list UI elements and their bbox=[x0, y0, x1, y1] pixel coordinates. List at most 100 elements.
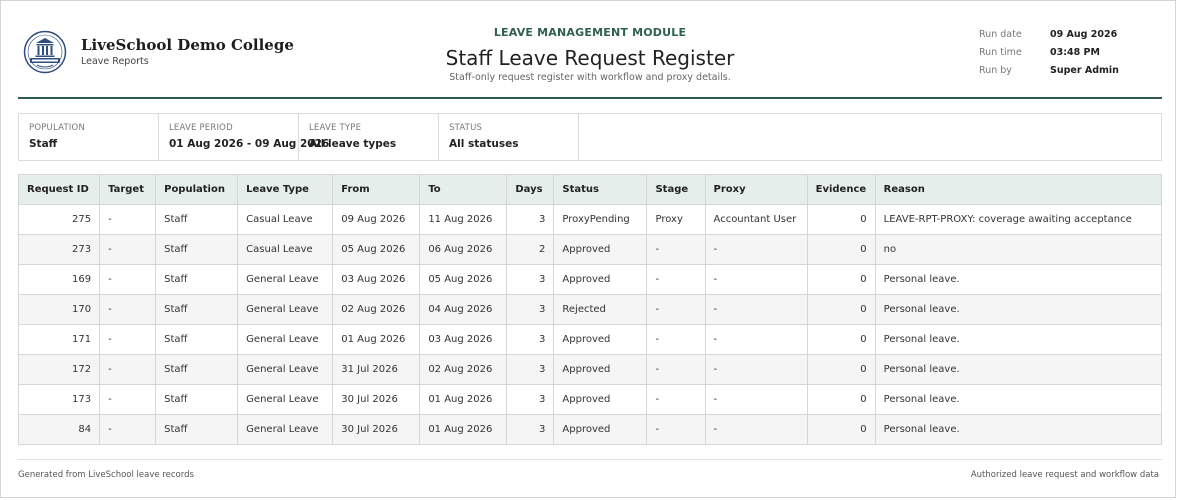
filter-label: Status bbox=[449, 123, 483, 133]
table-cell: Staff bbox=[155, 204, 239, 235]
run-by-value: Super Admin bbox=[1050, 65, 1119, 76]
run-by-row: Run by Super Admin bbox=[979, 64, 1119, 82]
table-cell: Personal leave. bbox=[874, 414, 1163, 445]
table-cell: 0 bbox=[806, 234, 876, 265]
column-header: Evidence bbox=[806, 174, 876, 205]
table-cell: - bbox=[99, 324, 157, 355]
table-cell: - bbox=[646, 294, 706, 325]
table-cell: - bbox=[99, 354, 157, 385]
table-cell: 02 Aug 2026 bbox=[419, 354, 508, 385]
table-cell: 02 Aug 2026 bbox=[332, 294, 421, 325]
column-header: To bbox=[419, 174, 508, 205]
table-cell: - bbox=[99, 384, 157, 415]
table-cell: 05 Aug 2026 bbox=[332, 234, 421, 265]
table-cell: no bbox=[874, 234, 1163, 265]
column-header: Reason bbox=[874, 174, 1163, 205]
table-cell: Staff bbox=[155, 324, 239, 355]
column-header: Request ID bbox=[17, 174, 101, 205]
filter-status: Status All statuses bbox=[439, 114, 579, 160]
leave-register-table: Request ID Target Population Leave Type From… bbox=[17, 174, 1163, 445]
filter-leave-period: Leave Period 01 Aug 2026 - 09 Aug 2026 bbox=[159, 114, 330, 160]
table-cell: Approved bbox=[553, 324, 648, 355]
table-cell: - bbox=[99, 414, 157, 445]
table-cell: 273 bbox=[17, 234, 101, 265]
table-row: 170- Staff General Leave 02 Aug 2026 04 Aug … bbox=[17, 294, 1163, 325]
table-cell: LEAVE-RPT-PROXY: coverage awaiting accep… bbox=[874, 204, 1163, 235]
table-cell: Approved bbox=[553, 354, 648, 385]
table-cell: 30 Jul 2026 bbox=[332, 384, 421, 415]
table-row: 273- Staff Casual Leave 05 Aug 2026 06 Aug 2… bbox=[17, 234, 1163, 265]
table-cell: 01 Aug 2026 bbox=[332, 324, 421, 355]
run-date-value: 09 Aug 2026 bbox=[1050, 29, 1118, 40]
table-cell: Casual Leave bbox=[237, 204, 334, 235]
table-cell: - bbox=[646, 264, 706, 295]
filter-value: All leave types bbox=[309, 138, 397, 150]
page-title: Staff Leave Request Register bbox=[445, 46, 735, 70]
run-info: Run date 09 Aug 2026 Run time 03:48 PM R… bbox=[979, 28, 1119, 82]
report-page: LiveSchool Demo College Leave Reports LE… bbox=[0, 0, 1176, 498]
page-subtitle: Staff-only request register with workflo… bbox=[449, 72, 731, 83]
table-cell: Staff bbox=[155, 294, 239, 325]
table-cell: Rejected bbox=[553, 294, 648, 325]
table-cell: Approved bbox=[553, 384, 648, 415]
filter-value: Staff bbox=[29, 138, 58, 150]
table-cell: 3 bbox=[506, 414, 555, 445]
table-cell: - bbox=[646, 354, 706, 385]
table-cell: Personal leave. bbox=[874, 264, 1163, 295]
table-cell: General Leave bbox=[237, 384, 334, 415]
filter-label: Population bbox=[29, 123, 85, 133]
table-cell: 170 bbox=[17, 294, 101, 325]
table-cell: Approved bbox=[553, 234, 648, 265]
table-cell: - bbox=[704, 414, 808, 445]
table-cell: 172 bbox=[17, 354, 101, 385]
table-cell: 03 Aug 2026 bbox=[332, 264, 421, 295]
filter-value: 01 Aug 2026 - 09 Aug 2026 bbox=[169, 138, 330, 150]
table-cell: 2 bbox=[506, 234, 555, 265]
report-category: Leave Reports bbox=[81, 56, 149, 67]
column-header: Status bbox=[553, 174, 648, 205]
table-cell: 171 bbox=[17, 324, 101, 355]
table-cell: 0 bbox=[806, 264, 876, 295]
table-body: 275- Staff Casual Leave 09 Aug 2026 11 Aug 2… bbox=[17, 204, 1163, 445]
table-cell: 0 bbox=[806, 294, 876, 325]
table-cell: Approved bbox=[553, 264, 648, 295]
table-cell: - bbox=[704, 294, 808, 325]
table-cell: 3 bbox=[506, 354, 555, 385]
run-date-label: Run date bbox=[979, 29, 1022, 40]
table-cell: 3 bbox=[506, 264, 555, 295]
table-cell: Approved bbox=[553, 414, 648, 445]
filter-label: Leave Period bbox=[169, 123, 233, 133]
table-cell: Personal leave. bbox=[874, 294, 1163, 325]
table-cell: Staff bbox=[155, 264, 239, 295]
table-cell: Personal leave. bbox=[874, 384, 1163, 415]
table-row: 84- Staff General Leave 30 Jul 2026 01 Aug 2… bbox=[17, 414, 1163, 445]
table-cell: - bbox=[646, 384, 706, 415]
table-cell: General Leave bbox=[237, 324, 334, 355]
filter-leave-type: Leave Type All leave types bbox=[299, 114, 439, 160]
table-cell: 0 bbox=[806, 324, 876, 355]
table-cell: - bbox=[99, 294, 157, 325]
table-cell: 0 bbox=[806, 204, 876, 235]
table-cell: 01 Aug 2026 bbox=[419, 384, 508, 415]
table-cell: - bbox=[99, 234, 157, 265]
table-cell: - bbox=[646, 414, 706, 445]
table-cell: Staff bbox=[155, 414, 239, 445]
run-by-label: Run by bbox=[979, 65, 1012, 76]
footer-authorization-note: Authorized leave request and workflow da… bbox=[970, 470, 1159, 480]
table-cell: 31 Jul 2026 bbox=[332, 354, 421, 385]
table-cell: 169 bbox=[17, 264, 101, 295]
table-cell: Staff bbox=[155, 354, 239, 385]
table-cell: 3 bbox=[506, 324, 555, 355]
table-cell: General Leave bbox=[237, 294, 334, 325]
table-cell: 04 Aug 2026 bbox=[419, 294, 508, 325]
column-header: Leave Type bbox=[237, 174, 334, 205]
table-cell: - bbox=[704, 354, 808, 385]
table-row: 171- Staff General Leave 01 Aug 2026 03 Aug … bbox=[17, 324, 1163, 355]
table-cell: General Leave bbox=[237, 354, 334, 385]
table-cell: - bbox=[99, 204, 157, 235]
table-cell: 03 Aug 2026 bbox=[419, 324, 508, 355]
table-cell: 3 bbox=[506, 204, 555, 235]
footer-source-note: Generated from LiveSchool leave records bbox=[18, 470, 194, 480]
table-cell: Accountant User bbox=[704, 204, 808, 235]
table-cell: Staff bbox=[155, 384, 239, 415]
